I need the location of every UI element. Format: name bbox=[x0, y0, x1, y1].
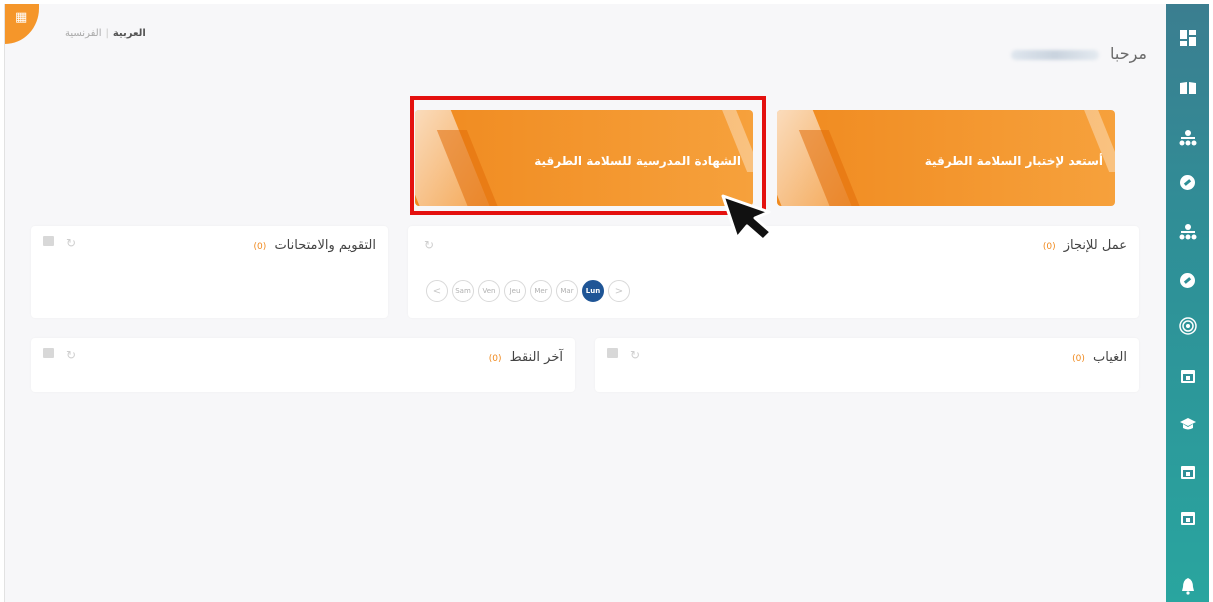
card-title-text: آخر النقط bbox=[509, 350, 563, 365]
greeting-prefix: مرحبا bbox=[1110, 44, 1147, 63]
app-window: ▦ العربية | الفرنسية مرحبا أستعد لإختبار ا… bbox=[4, 4, 1209, 602]
calendar-icon[interactable] bbox=[1166, 458, 1209, 486]
card-title-text: عمل للإنجاز bbox=[1063, 238, 1127, 253]
card-count: (0) bbox=[253, 242, 267, 252]
day-ven[interactable]: Ven bbox=[478, 280, 500, 302]
day-mar[interactable]: Mar bbox=[556, 280, 578, 302]
exams-card: التقويم والامتحانات (0) ↻ bbox=[31, 226, 388, 318]
refresh-icon[interactable]: ↻ bbox=[424, 238, 434, 252]
card-tools: ↻ bbox=[607, 348, 640, 362]
card-title: عمل للإنجاز (0) bbox=[1043, 238, 1127, 253]
dashboard-icon[interactable] bbox=[1166, 24, 1209, 52]
edit-icon[interactable] bbox=[607, 348, 618, 358]
calendar-icon[interactable] bbox=[1166, 362, 1209, 390]
absence-card: الغياب (0) ↻ bbox=[595, 338, 1139, 392]
lang-arabic[interactable]: العربية bbox=[113, 28, 146, 39]
calendar-icon[interactable] bbox=[1166, 504, 1209, 532]
highlight-frame bbox=[410, 96, 766, 215]
day-jeu[interactable]: Jeu bbox=[504, 280, 526, 302]
card-title: الغياب (0) bbox=[1072, 350, 1127, 365]
card-tools: ↻ bbox=[43, 236, 76, 250]
card-title: التقويم والامتحانات (0) bbox=[254, 238, 376, 253]
compass-icon[interactable] bbox=[1166, 168, 1209, 196]
banner-label: أستعد لإختبار السلامة الطرقية bbox=[924, 154, 1103, 168]
mouse-cursor bbox=[721, 194, 773, 242]
card-title: آخر النقط (0) bbox=[489, 350, 563, 365]
compass-icon[interactable] bbox=[1166, 266, 1209, 294]
greeting: مرحبا bbox=[1010, 44, 1147, 63]
card-title-text: الغياب bbox=[1093, 350, 1127, 365]
lang-french[interactable]: الفرنسية bbox=[65, 28, 101, 39]
grades-card: آخر النقط (0) ↻ bbox=[31, 338, 575, 392]
prepare-road-safety-test-banner[interactable]: أستعد لإختبار السلامة الطرقية bbox=[777, 110, 1115, 206]
next-week-button[interactable]: > bbox=[608, 280, 630, 302]
todo-card: عمل للإنجاز (0) ↻ < Sam Ven Jeu Mer Mar … bbox=[408, 226, 1139, 318]
card-tools: ↻ bbox=[43, 348, 76, 362]
refresh-icon[interactable]: ↻ bbox=[66, 236, 76, 250]
refresh-icon[interactable]: ↻ bbox=[66, 348, 76, 362]
edit-icon[interactable] bbox=[43, 348, 54, 358]
day-lun[interactable]: Lun bbox=[582, 280, 604, 302]
prev-week-button[interactable]: < bbox=[426, 280, 448, 302]
lang-separator: | bbox=[105, 28, 109, 39]
language-switcher: العربية | الفرنسية bbox=[65, 28, 146, 39]
logo[interactable]: ▦ bbox=[5, 4, 39, 44]
hierarchy-icon[interactable] bbox=[1166, 124, 1209, 152]
classroom-icon: ▦ bbox=[15, 10, 28, 25]
graduation-cap-icon[interactable] bbox=[1166, 410, 1209, 438]
edit-icon[interactable] bbox=[43, 236, 54, 246]
card-title-text: التقويم والامتحانات bbox=[274, 238, 376, 253]
book-icon[interactable] bbox=[1166, 74, 1209, 102]
card-count: (0) bbox=[488, 354, 502, 364]
day-sam[interactable]: Sam bbox=[452, 280, 474, 302]
refresh-icon[interactable]: ↻ bbox=[630, 348, 640, 362]
sidebar bbox=[1166, 4, 1209, 602]
user-name-blurred bbox=[1010, 49, 1099, 60]
hierarchy-icon[interactable] bbox=[1166, 218, 1209, 246]
day-selector: < Sam Ven Jeu Mer Mar Lun > bbox=[426, 280, 630, 302]
card-count: (0) bbox=[1072, 354, 1085, 364]
day-mer[interactable]: Mer bbox=[530, 280, 552, 302]
target-icon[interactable] bbox=[1166, 312, 1209, 340]
card-count: (0) bbox=[1042, 242, 1056, 252]
bell-icon[interactable] bbox=[1166, 572, 1209, 600]
